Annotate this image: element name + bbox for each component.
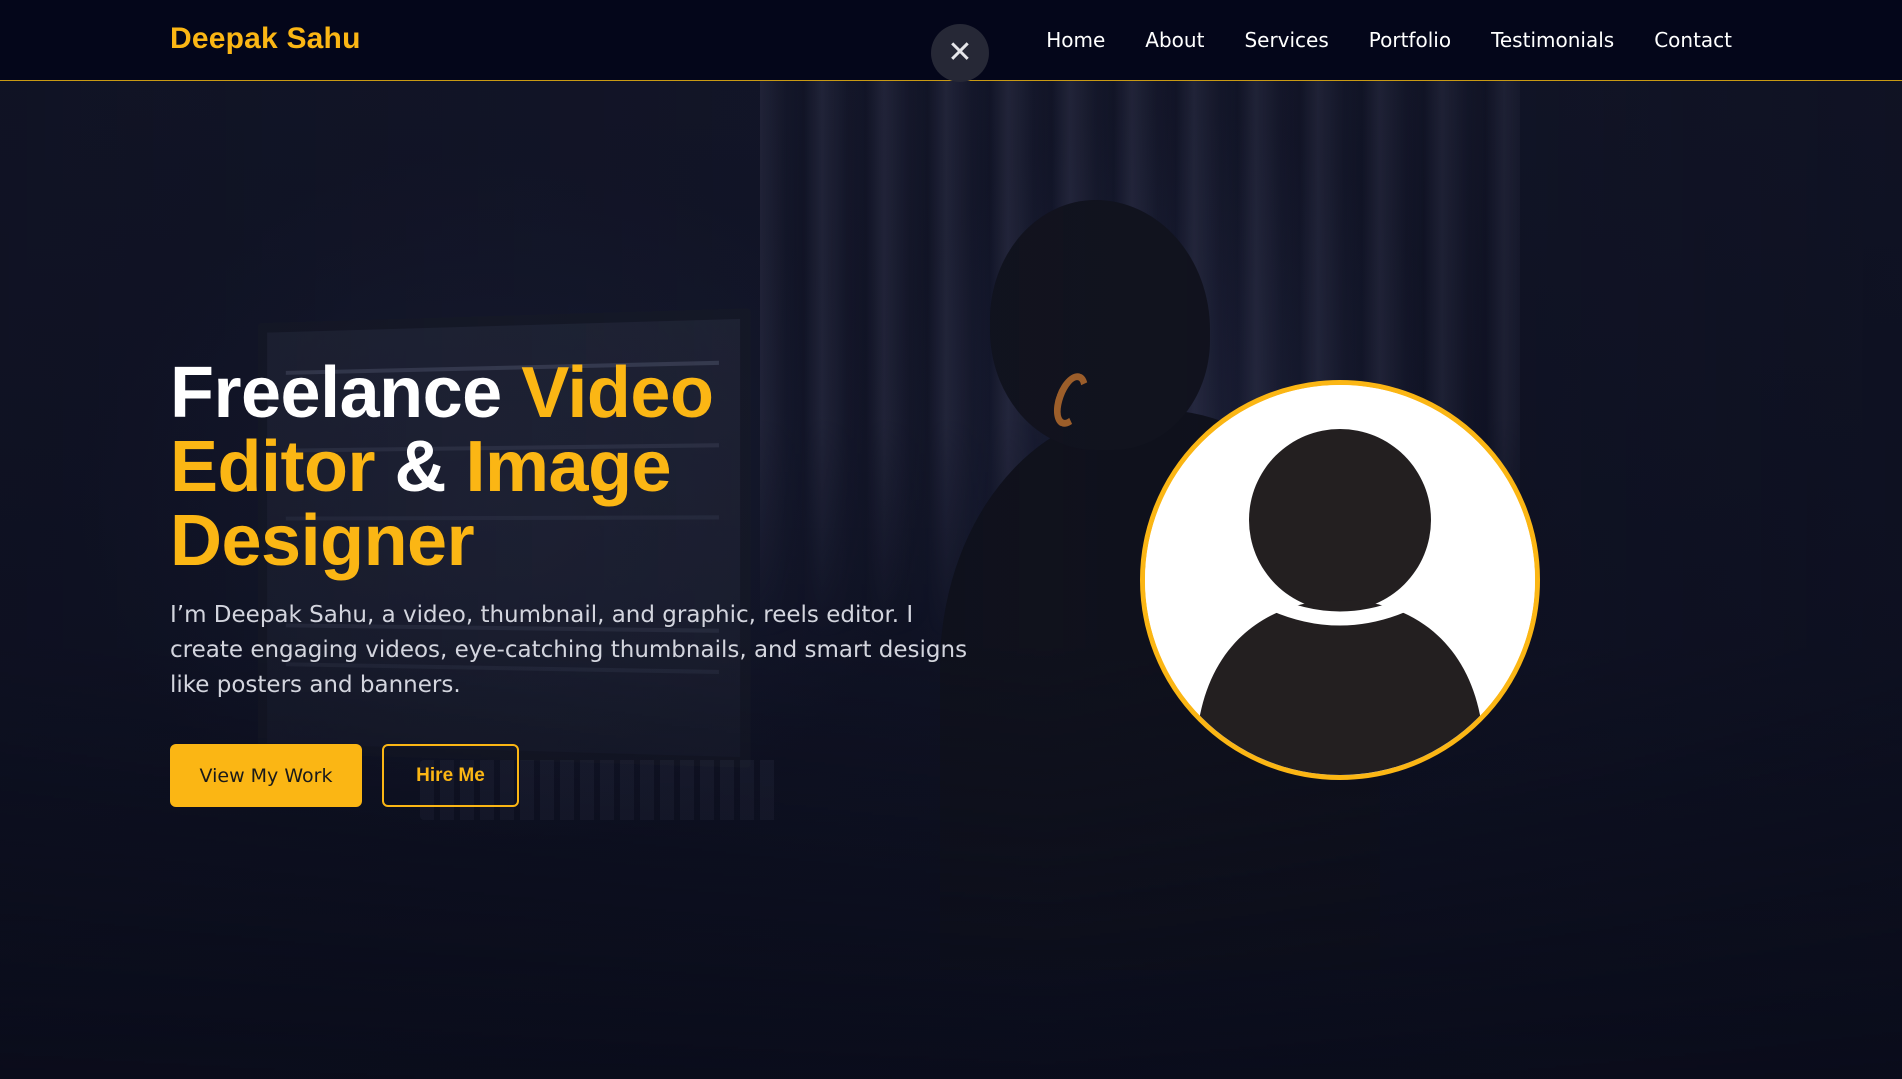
view-my-work-button[interactable]: View My Work — [170, 744, 362, 807]
hero-title-highlight: Image — [465, 427, 672, 507]
nav-home[interactable]: Home — [1046, 28, 1105, 52]
hero-title-highlight: Video — [521, 353, 714, 433]
hero-title-highlight: Editor — [170, 427, 375, 507]
page: Deepak Sahu ✕ Home About Services Portfo… — [0, 0, 1902, 1079]
user-silhouette-icon — [1145, 385, 1535, 775]
close-icon: ✕ — [947, 35, 973, 70]
hero-title-part: Freelance — [170, 353, 522, 433]
nav-about[interactable]: About — [1145, 28, 1204, 52]
hire-me-button[interactable]: Hire Me — [382, 744, 519, 807]
nav-contact[interactable]: Contact — [1654, 28, 1732, 52]
site-header: Deepak Sahu ✕ Home About Services Portfo… — [0, 0, 1902, 82]
main-nav: Home About Services Portfolio Testimonia… — [1046, 28, 1732, 52]
close-button[interactable]: ✕ — [931, 24, 989, 82]
hero-description: I’m Deepak Sahu, a video, thumbnail, and… — [170, 602, 968, 698]
profile-avatar — [1140, 380, 1540, 780]
hero-title-part: & — [374, 427, 466, 507]
site-logo[interactable]: Deepak Sahu — [170, 22, 361, 56]
nav-testimonials[interactable]: Testimonials — [1491, 28, 1614, 52]
hero-title: Freelance Video Editor & Image Designer — [170, 356, 870, 578]
nav-portfolio[interactable]: Portfolio — [1369, 28, 1451, 52]
hero-title-highlight: Designer — [170, 501, 475, 581]
nav-services[interactable]: Services — [1244, 28, 1328, 52]
